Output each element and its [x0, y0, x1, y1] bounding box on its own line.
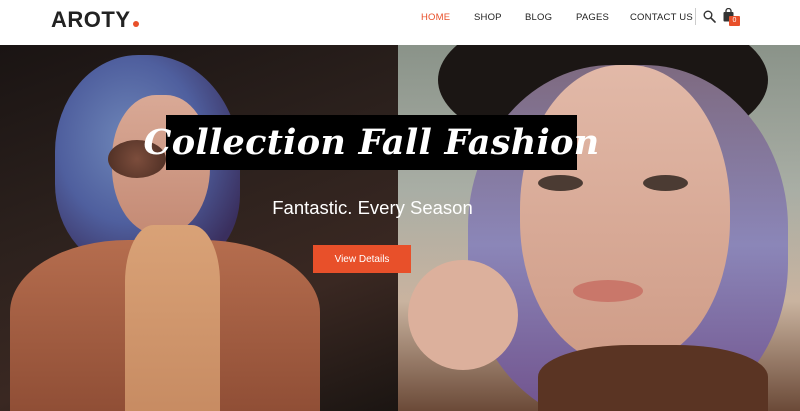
nav-item-blog[interactable]: BLOG — [525, 12, 552, 23]
site-header: AROTY HOME SHOP BLOG PAGES CONTACT US 0 — [0, 0, 800, 45]
nav-divider — [695, 8, 696, 25]
main-nav: HOME SHOP BLOG PAGES CONTACT US 0 — [0, 0, 800, 45]
nav-item-pages[interactable]: PAGES — [576, 12, 609, 23]
nav-item-shop[interactable]: SHOP — [474, 12, 502, 23]
search-icon[interactable] — [703, 10, 716, 23]
hero-photo-right — [398, 45, 800, 411]
nav-item-home[interactable]: HOME — [421, 12, 450, 23]
hero-photo-left — [0, 45, 398, 411]
hero-subtitle: Fantastic. Every Season — [272, 197, 473, 218]
hero-title-box: Collection Fall Fashion — [144, 115, 599, 170]
nav-item-contact-us[interactable]: CONTACT US — [630, 12, 693, 23]
view-details-button[interactable]: View Details — [313, 245, 411, 273]
hero-banner: Collection Fall Fashion Fantastic. Every… — [0, 45, 800, 411]
hero-title: Collection Fall Fashion — [143, 122, 600, 163]
cart-count-badge: 0 — [729, 16, 740, 26]
